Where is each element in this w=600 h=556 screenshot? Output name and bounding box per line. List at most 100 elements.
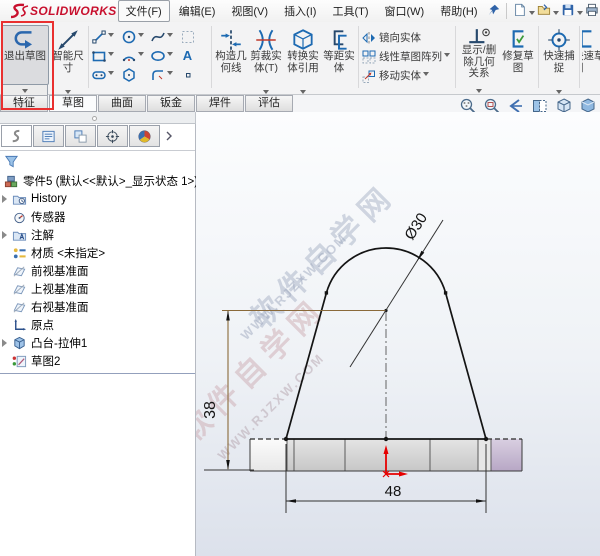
convert-entities-button[interactable]: 转换实体引用 (283, 25, 323, 85)
tree-item-label: 右视基准面 (31, 302, 89, 314)
construction-geometry-button[interactable]: 构造几何线 (213, 25, 249, 85)
linear-pattern-dropdown[interactable] (444, 53, 450, 60)
new-document-icon[interactable] (513, 3, 527, 20)
sketch-icon (12, 354, 27, 369)
spline-tool[interactable] (150, 27, 180, 46)
menu-edit[interactable]: 编辑(E) (172, 1, 223, 21)
tab-surfaces[interactable]: 曲面 (98, 95, 146, 112)
tree-item-origin[interactable]: 原点 (0, 316, 195, 334)
smart-dimension-button[interactable]: 智能尺寸 (49, 25, 87, 85)
tree-item-label: 传感器 (31, 212, 66, 224)
menu-view[interactable]: 视图(V) (224, 1, 275, 21)
trim-entities-button[interactable]: 剪裁实体(T) (247, 25, 285, 85)
tab-displaymanager[interactable] (129, 125, 160, 147)
menu-tools[interactable]: 工具(T) (325, 1, 375, 21)
slot-tool[interactable] (91, 65, 121, 84)
line-tool[interactable] (91, 27, 121, 46)
slot-icon (91, 67, 107, 83)
plane-tool[interactable] (180, 27, 210, 46)
ellipse-tool[interactable] (150, 46, 180, 65)
tree-item-boss-extrude[interactable]: 凸台-拉伸1 (0, 334, 195, 352)
linear-pattern-icon (361, 49, 377, 65)
repair-sketch-button[interactable]: 修复草图 (499, 25, 537, 85)
expand-arrow-icon[interactable] (0, 231, 12, 239)
dim-diameter-text[interactable]: Ø30 (401, 210, 431, 243)
save-icon[interactable] (561, 3, 575, 20)
tab-weldments[interactable]: 焊件 (196, 95, 244, 112)
panel-top-splitter[interactable] (0, 112, 196, 124)
tree-item-right-plane[interactable]: 右视基准面 (0, 298, 195, 316)
tree-divider (0, 373, 195, 374)
pin-icon[interactable] (487, 3, 501, 20)
construction-geometry-icon (218, 27, 244, 51)
menu-file[interactable]: 文件(F) (117, 0, 170, 22)
quick-snaps-label: 快速捕捉 (543, 50, 575, 74)
graphics-viewport[interactable]: 软件自学网 WWW.RJZXW.COM 软件自学网 WWW.RJZXW.COM (196, 112, 600, 556)
tab-evaluate[interactable]: 评估 (245, 95, 293, 112)
ribbon-toolbar: 退出草图 智能尺寸 A 构造几何线 剪裁实体(T) 转换实体引用 等距实体 镜向… (0, 22, 600, 97)
splitter-handle-dot (92, 116, 97, 121)
tab-sheet-metal[interactable]: 钣金 (147, 95, 195, 112)
offset-entities-button[interactable]: 等距实体 (321, 25, 357, 85)
print-icon[interactable] (585, 3, 599, 20)
tab-configurationmanager[interactable] (65, 125, 96, 147)
exit-sketch-button[interactable]: 退出草图 (1, 25, 49, 85)
mirror-entities-button[interactable]: 镜向实体 (361, 28, 453, 47)
menu-window[interactable]: 窗口(W) (378, 1, 432, 21)
rapid-sketch-button[interactable]: 快速草图 (582, 25, 600, 85)
fillet-tool[interactable] (150, 65, 180, 84)
exit-sketch-icon (12, 27, 38, 51)
open-document-icon[interactable] (537, 3, 551, 20)
tree-item-material[interactable]: 材质 <未指定> (0, 244, 195, 262)
tree-item-annotations[interactable]: 注解 (0, 226, 195, 244)
tab-features[interactable]: 特征 (0, 95, 48, 112)
tree-item-top-plane[interactable]: 上视基准面 (0, 280, 195, 298)
panel-tab-overflow-chevron[interactable] (161, 125, 177, 147)
rectangle-icon (91, 48, 107, 64)
spline-icon (150, 29, 166, 45)
dim-height-text[interactable]: 38 (202, 401, 219, 419)
menu-insert[interactable]: 插入(I) (277, 1, 323, 21)
tree-item-front-plane[interactable]: 前视基准面 (0, 262, 195, 280)
text-tool[interactable]: A (180, 46, 210, 65)
point-tool[interactable] (180, 65, 210, 84)
dimension-diameter[interactable]: Ø30 (349, 210, 444, 368)
move-entities-button[interactable]: 移动实体 (361, 66, 453, 85)
menu-help[interactable]: 帮助(H) (433, 1, 484, 21)
construction-geometry-label: 构造几何线 (215, 50, 247, 74)
tree-item-sketch2[interactable]: 草图2 (0, 352, 195, 370)
filter-funnel-icon[interactable] (4, 154, 19, 169)
rectangle-tool[interactable] (91, 46, 121, 65)
smart-dimension-group: 智能尺寸 (50, 25, 86, 97)
convert-entities-group: 转换实体引用 (284, 25, 322, 97)
new-document-dropdown[interactable] (529, 10, 536, 18)
save-dropdown[interactable] (577, 10, 584, 18)
sensors-icon (12, 210, 27, 225)
expand-arrow-icon[interactable] (0, 339, 12, 347)
repair-sketch-group: 修复草图 (500, 25, 536, 85)
open-document-dropdown[interactable] (553, 10, 560, 18)
tab-propertymanager[interactable] (33, 125, 64, 147)
tree-item-history[interactable]: History (0, 190, 195, 208)
sketch-drawing: 38 48 Ø30 (202, 210, 523, 513)
part-icon (4, 174, 19, 189)
panel-tab-strip (0, 124, 195, 151)
tab-dimxpertmanager[interactable] (97, 125, 128, 147)
display-delete-relations-button[interactable]: 显示/删除几何关系 (457, 25, 501, 85)
expand-arrow-icon[interactable] (0, 195, 12, 203)
move-entities-dropdown[interactable] (423, 72, 429, 79)
arc-tool[interactable] (121, 46, 151, 65)
circle-tool[interactable] (121, 27, 151, 46)
polygon-tool[interactable] (121, 65, 151, 84)
logo-text: SOLIDWORKS (30, 4, 117, 18)
tab-featuremanager[interactable] (1, 125, 32, 147)
quick-snaps-button[interactable]: 快速捕捉 (540, 25, 578, 85)
point-icon (180, 67, 196, 83)
tab-sketch[interactable]: 草图 (49, 95, 97, 112)
origin-icon (12, 318, 27, 333)
tree-item-sensors[interactable]: 传感器 (0, 208, 195, 226)
linear-pattern-button[interactable]: 线性草图阵列 (361, 47, 453, 66)
dim-width-text[interactable]: 48 (385, 483, 402, 500)
display-relations-icon (466, 27, 492, 45)
tree-item-part[interactable]: 零件5 (默认<<默认>_显示状态 1>) (0, 172, 198, 190)
